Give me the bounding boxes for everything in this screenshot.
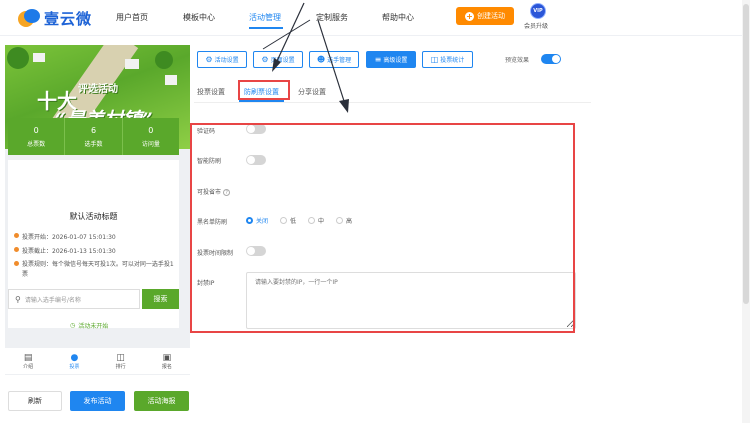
stat-total-votes: 0 总票数 <box>8 118 64 155</box>
nav-activity-management[interactable]: 活动管理 <box>249 12 281 23</box>
nav-templates[interactable]: 模板中心 <box>183 12 215 23</box>
search-button[interactable]: 搜索 <box>142 289 179 309</box>
activity-poster-button[interactable]: 活动海报 <box>134 391 189 411</box>
toolbar-contestant-management[interactable]: ☻ 选手管理 <box>309 51 359 68</box>
create-activity-label: 创建活动 <box>477 12 505 20</box>
refresh-button[interactable]: 刷新 <box>8 391 62 411</box>
activity-status: ◷ 活动未开始 <box>70 321 108 330</box>
person-icon: ● <box>70 352 79 363</box>
vip-icon[interactable]: VIP <box>530 3 546 19</box>
bar-chart-icon: ◫ <box>430 55 439 64</box>
toolbar-label: 页面设置 <box>270 57 295 64</box>
stat-contestants: 6 选手数 <box>64 118 121 155</box>
tab-label: 报名 <box>161 363 172 370</box>
tab-label: 介绍 <box>23 363 34 370</box>
info-text: 投票规则：每个微信号每天可投1次。可以对同一选手投1票 <box>22 261 174 278</box>
nav-home[interactable]: 用户首页 <box>116 12 148 23</box>
nav-help-center[interactable]: 帮助中心 <box>382 12 414 23</box>
search-placeholder: 请输入选手编号/名称 <box>24 296 81 304</box>
plus-icon: + <box>465 11 474 21</box>
contestant-search-input[interactable]: ⚲ 请输入选手编号/名称 <box>8 289 140 309</box>
nav-custom-service[interactable]: 定制服务 <box>316 12 348 23</box>
preview-bottom-tabs: ▤ 介绍 ● 投票 ◫ 排行 ▣ 报名 <box>5 348 190 374</box>
tab-ranking[interactable]: ◫ 排行 <box>98 348 144 374</box>
subtab-divider <box>194 102 591 103</box>
page-scrollbar[interactable] <box>742 0 750 423</box>
stat-value: 6 <box>90 125 97 135</box>
toolbar-advanced-settings[interactable]: ≡ 高级设置 <box>366 51 416 68</box>
toolbar-label: 投票统计 <box>440 57 465 64</box>
logo[interactable]: 壹云微 <box>18 8 92 29</box>
bar-chart-icon: ◫ <box>116 352 125 363</box>
toolbar-label: 高级设置 <box>383 57 408 64</box>
stat-label: 选手数 <box>84 140 103 148</box>
logo-text: 壹云微 <box>44 10 93 28</box>
preview-toggle[interactable] <box>541 54 561 64</box>
logo-icon <box>18 8 40 29</box>
stat-label: 访问量 <box>141 140 160 148</box>
info-text: 投票开始：2026-01-07 15:01:30 <box>22 234 116 241</box>
toolbar-vote-statistics[interactable]: ◫ 投票统计 <box>422 51 473 68</box>
tab-intro[interactable]: ▤ 介绍 <box>5 348 51 374</box>
tab-signup[interactable]: ▣ 报名 <box>144 348 190 374</box>
bullet-icon <box>14 247 19 252</box>
annotation-highlight-form <box>190 123 575 333</box>
nav-active-underline <box>249 27 283 29</box>
document-icon: ▤ <box>23 352 33 363</box>
stat-label: 总票数 <box>27 140 46 148</box>
toolbar-page-settings[interactable]: ⚙ 页面设置 <box>253 51 303 68</box>
tab-label: 投票 <box>69 363 80 370</box>
clock-icon: ◷ <box>70 322 76 329</box>
activity-title: 默认活动标题 <box>69 212 118 221</box>
info-end-time: 投票截止：2026-01-13 15:01:30 <box>14 246 116 255</box>
vip-upgrade-link[interactable]: 会员升级 <box>524 21 548 30</box>
stat-visits: 0 访问量 <box>121 118 179 155</box>
publish-activity-button[interactable]: 发布活动 <box>70 391 125 411</box>
subtab-vote-settings[interactable]: 投票设置 <box>197 87 225 97</box>
upload-icon: ▣ <box>162 352 172 363</box>
bullet-icon <box>14 261 19 266</box>
toolbar-label: 活动设置 <box>214 57 239 64</box>
info-start-time: 投票开始：2026-01-07 15:01:30 <box>14 232 116 241</box>
top-header: 壹云微 用户首页 模板中心 活动管理 定制服务 帮助中心 + 创建活动 VIP … <box>0 0 750 36</box>
toolbar-label: 选手管理 <box>327 57 352 64</box>
status-text: 活动未开始 <box>78 323 109 330</box>
stat-value: 0 <box>33 125 39 135</box>
stats-bar: 0 总票数 6 选手数 0 访问量 <box>8 118 179 155</box>
gear-icon: ⚙ <box>205 55 213 64</box>
preview-toggle-label: 预览效果 <box>505 57 530 64</box>
info-text: 投票截止：2026-01-13 15:01:30 <box>22 248 116 255</box>
users-icon: ☻ <box>316 55 326 64</box>
toolbar-activity-settings[interactable]: ⚙ 活动设置 <box>197 51 247 68</box>
sliders-icon: ≡ <box>374 55 382 64</box>
stat-value: 0 <box>148 125 154 135</box>
tab-vote[interactable]: ● 投票 <box>51 348 97 374</box>
search-icon: ⚲ <box>15 294 21 304</box>
create-activity-button[interactable]: + 创建活动 <box>456 7 514 25</box>
tab-label: 排行 <box>115 363 126 370</box>
banner-subtitle: 评选活动 <box>78 84 118 95</box>
annotation-highlight-subtab <box>238 80 290 100</box>
subtab-share-settings[interactable]: 分享设置 <box>298 87 326 97</box>
gear-icon: ⚙ <box>261 55 269 64</box>
bullet-icon <box>14 233 19 238</box>
info-rules: 投票规则：每个微信号每天可投1次。可以对同一选手投1票 <box>14 260 174 280</box>
